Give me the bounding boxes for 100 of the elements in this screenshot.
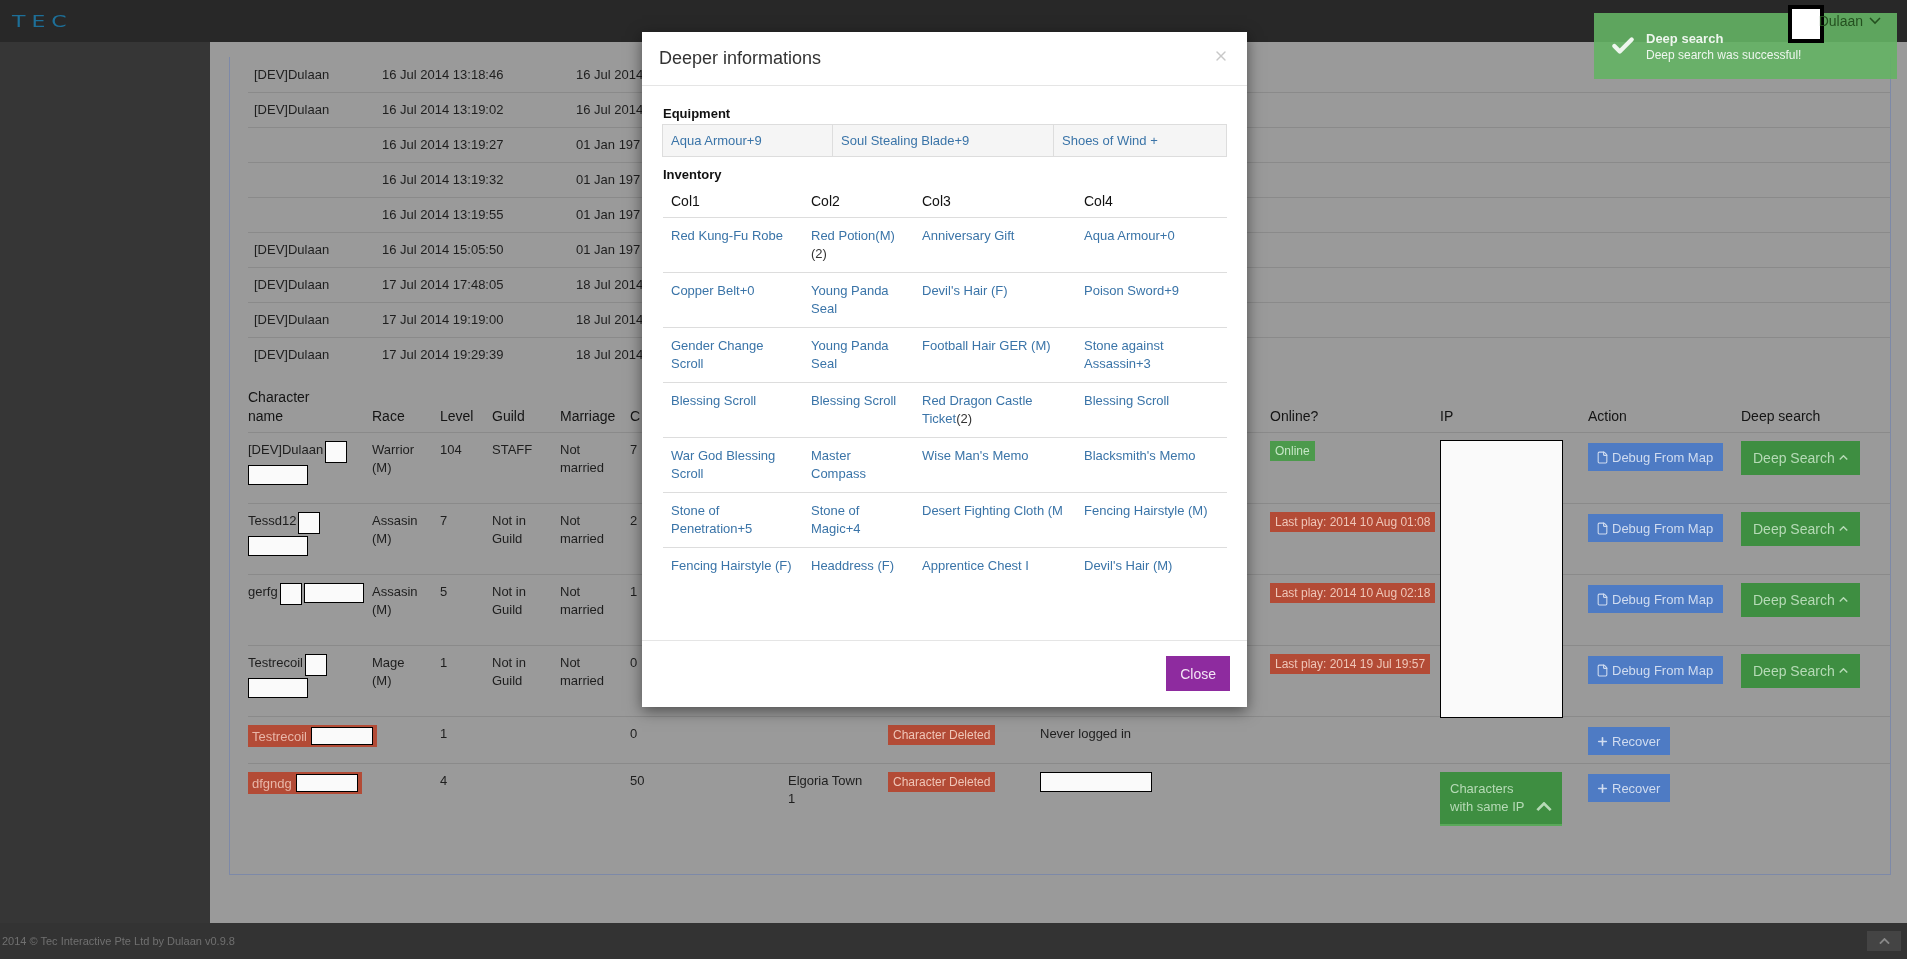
table-cell: [DEV]Dulaan bbox=[254, 346, 330, 364]
table-cell-text: Not in Guild bbox=[492, 654, 527, 690]
deleted-badge: Character Deleted bbox=[888, 725, 996, 745]
redaction-box bbox=[325, 441, 348, 463]
inventory-item[interactable]: Fencing Hairstyle (M) bbox=[1076, 492, 1227, 547]
character-name: Tessd12 bbox=[248, 512, 297, 530]
inventory-item[interactable]: Desert Fighting Cloth (M bbox=[914, 492, 1076, 547]
plus-icon bbox=[1596, 734, 1609, 748]
column-header: Race bbox=[372, 407, 405, 426]
table-cell: 2 bbox=[630, 512, 638, 530]
toast-title: Deep search bbox=[1646, 30, 1725, 46]
debug-button[interactable]: Debug From Map bbox=[1588, 585, 1724, 613]
inventory-item[interactable]: Stone of Magic+4 bbox=[803, 492, 914, 547]
table-cell: [DEV]Dulaan bbox=[254, 65, 330, 84]
redaction-box bbox=[298, 512, 321, 534]
inventory-item[interactable]: Blessing Scroll bbox=[803, 382, 914, 437]
character-name: Testrecoil bbox=[252, 728, 307, 744]
column-header: Col4 bbox=[1076, 185, 1227, 218]
table-cell-text: Not married bbox=[560, 512, 606, 548]
section-label: Inventory bbox=[663, 167, 723, 182]
table-cell: 01 Jan 197 bbox=[576, 171, 641, 189]
table-cell-text: Assasin (M) bbox=[372, 512, 419, 548]
modal-title: Deeper informations bbox=[659, 48, 822, 69]
redaction-box bbox=[248, 678, 308, 698]
table-cell: 1 bbox=[440, 654, 448, 672]
column-header: Col2 bbox=[803, 185, 914, 218]
column-header: Online? bbox=[1270, 407, 1319, 426]
table-cell: Never logged in bbox=[1040, 725, 1132, 743]
inventory-item[interactable]: Devil's Hair (F) bbox=[914, 272, 1076, 327]
debug-button[interactable]: Debug From Map bbox=[1588, 443, 1724, 471]
redaction-box bbox=[248, 536, 308, 556]
table-cell-text: Mage (M) bbox=[372, 654, 406, 690]
table-cell-text: Not married bbox=[560, 654, 606, 690]
redaction-box bbox=[248, 465, 308, 485]
character-name: dfgndg bbox=[252, 775, 292, 791]
redaction-box bbox=[295, 774, 358, 792]
table-cell: 16 Jul 2014 bbox=[576, 101, 644, 119]
caret-icon bbox=[1869, 17, 1881, 25]
inventory-item[interactable]: Fencing Hairstyle (F) bbox=[663, 547, 803, 600]
recover-button[interactable]: Recover bbox=[1588, 774, 1671, 802]
inventory-item[interactable]: Red Dragon Castle Ticket(2) bbox=[914, 382, 1076, 437]
equipment-item[interactable]: Soul Stealing Blade+9 bbox=[832, 124, 1054, 157]
deep-search-button[interactable]: Deep Search bbox=[1741, 512, 1860, 546]
table-cell: 104 bbox=[440, 441, 462, 459]
inventory-item[interactable]: Stone of Penetration+5 bbox=[663, 492, 803, 547]
inventory-item[interactable]: Copper Belt+0 bbox=[663, 272, 803, 327]
inventory-item[interactable]: Gender Change Scroll bbox=[663, 327, 803, 382]
inventory-item[interactable]: Wise Man's Memo bbox=[914, 437, 1076, 492]
recover-button[interactable]: Recover bbox=[1588, 727, 1671, 755]
deep-search-button[interactable]: Deep Search bbox=[1741, 654, 1860, 688]
caret-icon bbox=[1838, 455, 1848, 461]
table-cell: 16 Jul 2014 15:05:50 bbox=[382, 241, 504, 259]
column-header: Level bbox=[440, 407, 474, 426]
table-cell: 16 Jul 2014 13:19:32 bbox=[382, 171, 504, 189]
table-cell-text: Elgoria Town 1 bbox=[788, 772, 864, 808]
inventory-item[interactable]: Devil's Hair (M) bbox=[1076, 547, 1227, 600]
table-cell: 17 Jul 2014 19:19:00 bbox=[382, 311, 504, 329]
inventory-item[interactable]: Master Compass bbox=[803, 437, 914, 492]
equipment-item[interactable]: Shoes of Wind + bbox=[1053, 124, 1227, 157]
table-cell: 0 bbox=[630, 725, 638, 743]
table-cell-text: Not in Guild bbox=[492, 512, 527, 548]
close-button[interactable]: Close bbox=[1166, 656, 1230, 691]
inventory-item[interactable]: Blacksmith's Memo bbox=[1076, 437, 1227, 492]
table-cell: 01 Jan 197 bbox=[576, 241, 641, 259]
inventory-item[interactable]: Young Panda Seal bbox=[803, 272, 914, 327]
debug-button[interactable]: Debug From Map bbox=[1588, 656, 1724, 684]
inventory-item[interactable]: Aqua Armour+0 bbox=[1076, 218, 1227, 272]
scroll-top-button[interactable] bbox=[1867, 931, 1901, 951]
table-cell: 18 Jul 2014 bbox=[576, 311, 644, 329]
deep-search-button[interactable]: Deep Search bbox=[1741, 441, 1860, 475]
table-cell: 0 bbox=[630, 654, 638, 672]
last-play-badge: Last play: 2014 10 Aug 01:08 bbox=[1270, 512, 1436, 532]
debug-button[interactable]: Debug From Map bbox=[1588, 514, 1724, 542]
inventory-item[interactable]: Headdress (F) bbox=[803, 547, 914, 600]
character-name: [DEV]Dulaan bbox=[248, 441, 324, 459]
equipment-item[interactable]: Aqua Armour+9 bbox=[662, 124, 833, 157]
inventory-item[interactable]: Blessing Scroll bbox=[663, 382, 803, 437]
footer-text: 2014 © Tec Interactive Pte Ltd by Dulaan v0.9.8 bbox=[2, 935, 235, 947]
inventory-item[interactable]: Anniversary Gift bbox=[914, 218, 1076, 272]
table-cell-text: Not in Guild bbox=[492, 583, 527, 619]
inventory-item[interactable]: Poison Sword+9 bbox=[1076, 272, 1227, 327]
inventory-item[interactable]: Red Potion(M) (2) bbox=[803, 218, 914, 272]
inventory-item[interactable]: Stone against Assassin+3 bbox=[1076, 327, 1227, 382]
same-ip-button[interactable]: Characters with same IP bbox=[1440, 772, 1562, 826]
table-cell: 17 Jul 2014 19:29:39 bbox=[382, 346, 504, 364]
section-label: Equipment bbox=[663, 106, 732, 121]
inventory-item[interactable]: Blessing Scroll bbox=[1076, 382, 1227, 437]
table-cell: 18 Jul 2014 bbox=[576, 276, 644, 294]
deep-search-button[interactable]: Deep Search bbox=[1741, 583, 1860, 617]
table-cell: 4 bbox=[440, 772, 448, 790]
column-header: Action bbox=[1588, 407, 1627, 426]
column-header: Deep search bbox=[1741, 407, 1821, 426]
inventory-item[interactable]: Football Hair GER (M) bbox=[914, 327, 1076, 382]
caret-icon bbox=[1536, 802, 1552, 812]
inventory-item[interactable]: Red Kung-Fu Robe bbox=[663, 218, 803, 272]
inventory-item[interactable]: Apprentice Chest I bbox=[914, 547, 1076, 600]
table-cell: 16 Jul 2014 13:18:46 bbox=[382, 65, 504, 84]
inventory-item[interactable]: Young Panda Seal bbox=[803, 327, 914, 382]
column-header: Character name bbox=[248, 388, 311, 426]
inventory-item[interactable]: War God Blessing Scroll bbox=[663, 437, 803, 492]
